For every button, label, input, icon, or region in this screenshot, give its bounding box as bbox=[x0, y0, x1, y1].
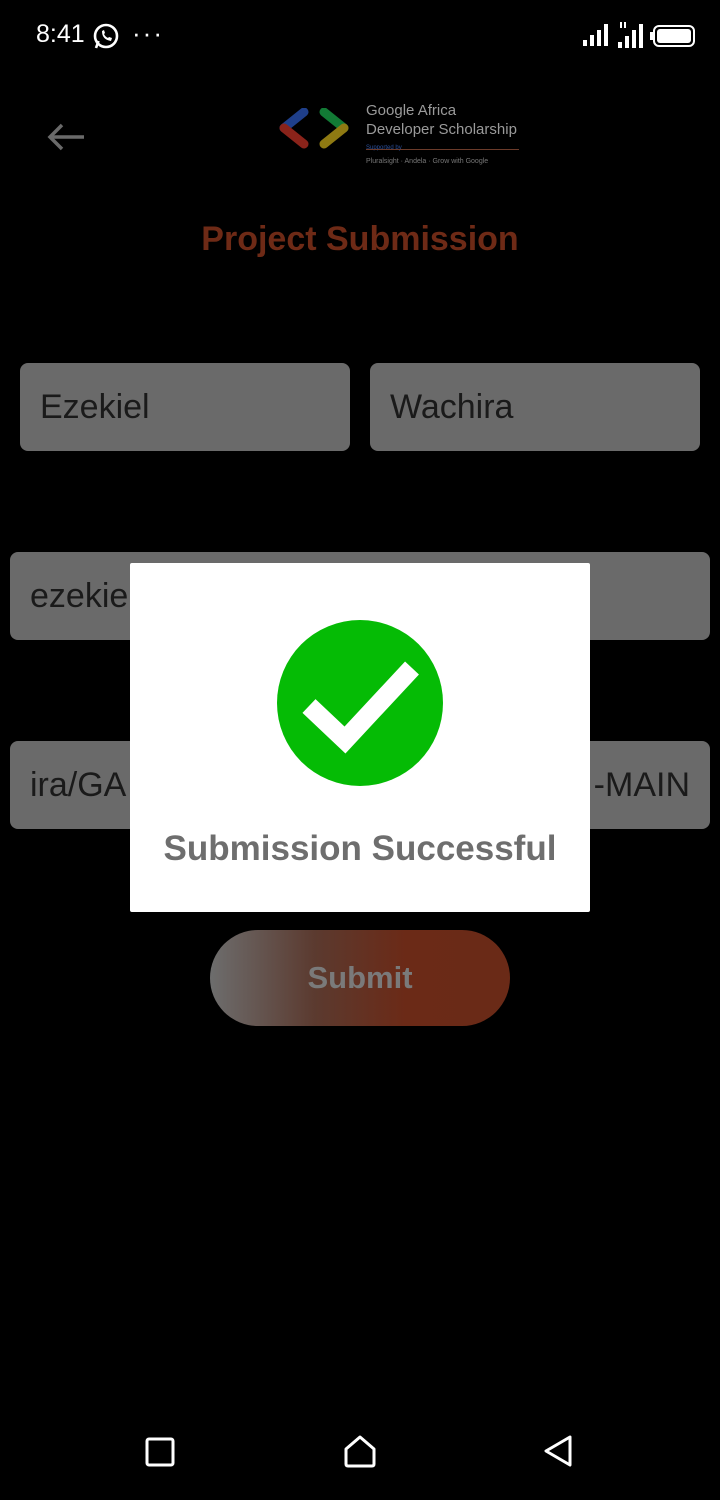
last-name-field[interactable]: Wachira bbox=[370, 363, 700, 451]
logo-supported-by: Supported by bbox=[366, 145, 402, 151]
nav-back-icon[interactable] bbox=[543, 1434, 573, 1473]
recent-apps-icon[interactable] bbox=[145, 1437, 175, 1472]
signal-icon bbox=[583, 24, 609, 51]
logo-divider bbox=[366, 149, 519, 150]
battery-icon bbox=[650, 25, 696, 52]
first-name-field[interactable]: Ezekiel bbox=[20, 363, 350, 451]
submit-button[interactable]: Submit bbox=[210, 930, 510, 1026]
gads-logo: Google Africa Developer Scholarship Supp… bbox=[276, 102, 526, 174]
more-notifications-icon: ··· bbox=[132, 18, 164, 48]
status-time: 8:41 bbox=[36, 20, 85, 48]
logo-partners: Pluralsight · Andela · Grow with Google bbox=[366, 158, 489, 165]
github-link-text-right: -MAIN bbox=[593, 766, 690, 804]
page-title: Project Submission bbox=[201, 220, 519, 258]
system-nav-bar bbox=[0, 1412, 720, 1500]
logo-text-line1: Google Africa bbox=[366, 102, 457, 119]
check-circle-icon bbox=[277, 620, 443, 791]
logo-text-line2: Developer Scholarship bbox=[366, 121, 517, 138]
home-icon[interactable] bbox=[343, 1434, 377, 1473]
success-message: Submission Successful bbox=[163, 829, 557, 868]
back-arrow-icon[interactable] bbox=[46, 122, 86, 157]
gads-chevrons-icon bbox=[279, 108, 349, 149]
signal-icon bbox=[616, 22, 644, 53]
github-link-text-left: ira/GA bbox=[30, 766, 127, 804]
success-dialog[interactable]: Submission Successful bbox=[130, 563, 590, 912]
whatsapp-icon bbox=[92, 22, 120, 55]
status-bar: 8:41 ··· bbox=[0, 0, 720, 72]
